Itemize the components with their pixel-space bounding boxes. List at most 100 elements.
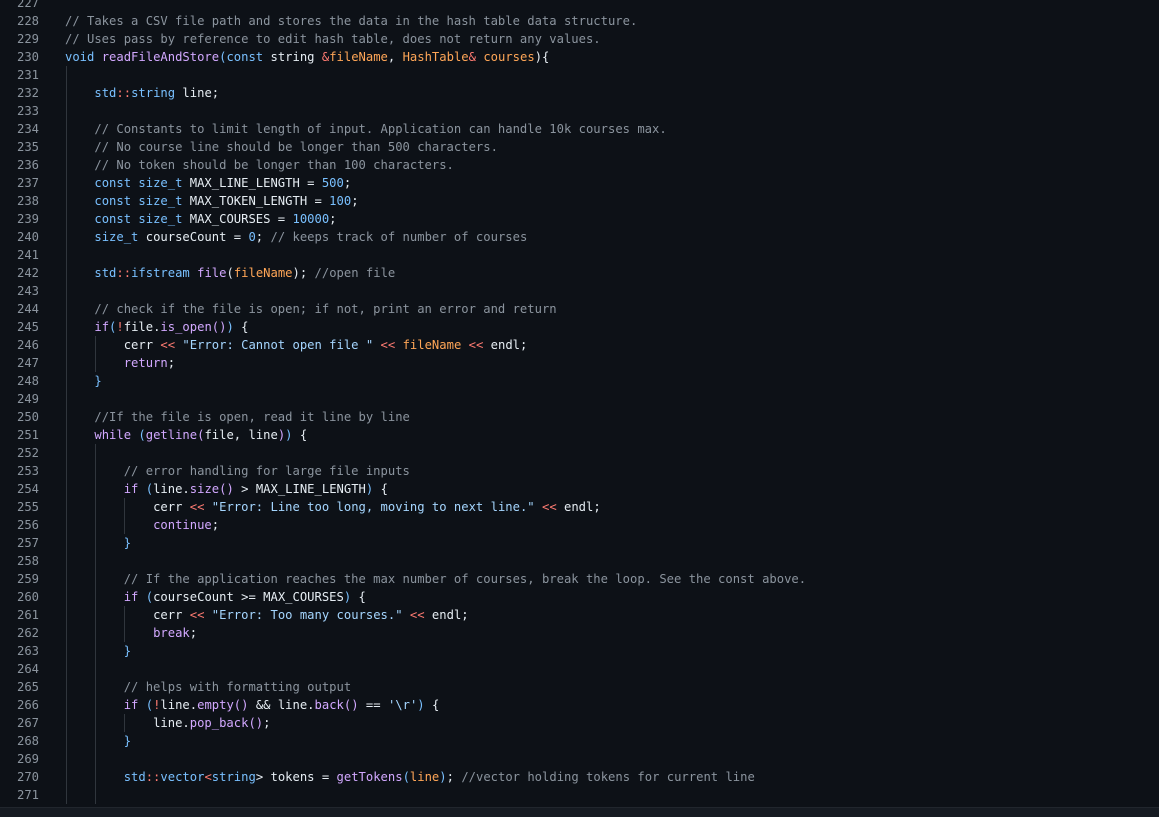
code-text[interactable]: break; (65, 624, 197, 642)
code-text[interactable]: const size_t MAX_TOKEN_LENGTH = 100; (65, 192, 358, 210)
code-line[interactable]: 244 // check if the file is open; if not… (0, 300, 1159, 318)
code-line[interactable]: 229 // Uses pass by reference to edit has… (0, 30, 1159, 48)
code-line[interactable]: 270 std::vector<string> tokens = getToke… (0, 768, 1159, 786)
code-line[interactable]: 250 //If the file is open, read it line … (0, 408, 1159, 426)
code-line[interactable]: 253 // error handling for large file inp… (0, 462, 1159, 480)
code-text[interactable]: cerr << "Error: Line too long, moving to… (65, 498, 601, 516)
code-token: line; (175, 86, 220, 100)
code-line[interactable]: 252 (0, 444, 1159, 462)
code-line[interactable]: 232 std::string line; (0, 84, 1159, 102)
code-line[interactable]: 258 (0, 552, 1159, 570)
code-line[interactable]: 260 if (courseCount >= MAX_COURSES) { (0, 588, 1159, 606)
code-text[interactable]: std::ifstream file(fileName); //open fil… (65, 264, 395, 282)
code-text[interactable]: if (!line.empty() && line.back() == '\r'… (65, 696, 440, 714)
code-text[interactable]: line.pop_back(); (65, 714, 270, 732)
code-line[interactable]: 264 (0, 660, 1159, 678)
code-text[interactable]: // check if the file is open; if not, pr… (65, 300, 556, 318)
code-line[interactable]: 235 // No course line should be longer t… (0, 138, 1159, 156)
code-line[interactable]: 259 // If the application reaches the ma… (0, 570, 1159, 588)
code-text[interactable]: if (line.size() > MAX_LINE_LENGTH) { (65, 480, 388, 498)
code-text[interactable]: // If the application reaches the max nu… (65, 570, 806, 588)
code-line[interactable]: 265 // helps with formatting output (0, 678, 1159, 696)
code-token: ; (329, 212, 337, 226)
code-text[interactable]: //If the file is open, read it line by l… (65, 408, 410, 426)
code-text[interactable]: std::vector<string> tokens = getTokens(l… (65, 768, 755, 786)
code-line[interactable]: 245 if(!file.is_open()) { (0, 318, 1159, 336)
code-line[interactable]: 267 line.pop_back(); (0, 714, 1159, 732)
code-line[interactable]: 246 cerr << "Error: Cannot open file " <… (0, 336, 1159, 354)
code-line[interactable]: 231 (0, 66, 1159, 84)
code-token: && line. (248, 698, 315, 712)
code-text[interactable]: if(!file.is_open()) { (65, 318, 248, 336)
code-line[interactable]: 266 if (!line.empty() && line.back() == … (0, 696, 1159, 714)
code-line[interactable]: 230 void readFileAndStore(const string &f… (0, 48, 1159, 66)
code-token: //If the file is open, read it line by l… (94, 410, 410, 424)
code-line[interactable]: 254 if (line.size() > MAX_LINE_LENGTH) { (0, 480, 1159, 498)
code-text[interactable]: } (65, 732, 131, 750)
code-text[interactable]: std::string line; (65, 84, 219, 102)
line-number: 241 (16, 248, 39, 262)
code-token: fileName (329, 50, 388, 64)
code-line[interactable]: 255 cerr << "Error: Line too long, movin… (0, 498, 1159, 516)
code-line[interactable]: 243 (0, 282, 1159, 300)
line-number: 268 (16, 734, 39, 748)
code-token: { (373, 482, 388, 496)
code-line[interactable]: 228 // Takes a CSV file path and stores t… (0, 12, 1159, 30)
code-line[interactable]: 237 const size_t MAX_LINE_LENGTH = 500; (0, 174, 1159, 192)
code-text[interactable]: return; (65, 354, 175, 372)
code-line[interactable]: 271 (0, 786, 1159, 804)
code-line[interactable]: 238 const size_t MAX_TOKEN_LENGTH = 100; (0, 192, 1159, 210)
code-text[interactable]: // No course line should be longer than … (65, 138, 498, 156)
code-token: ) (439, 770, 447, 784)
code-token: "Error: Line too long, moving to next li… (211, 500, 535, 514)
code-line[interactable]: 240 size_t courseCount = 0; // keeps tra… (0, 228, 1159, 246)
code-line[interactable]: 233 (0, 102, 1159, 120)
code-text[interactable]: } (65, 534, 131, 552)
code-text[interactable]: size_t courseCount = 0; // keeps track o… (65, 228, 527, 246)
code-line[interactable]: 249 (0, 390, 1159, 408)
code-line[interactable]: 247 return; (0, 354, 1159, 372)
code-line[interactable]: 262 break; (0, 624, 1159, 642)
code-editor[interactable]: 227 228 // Takes a CSV file path and store… (0, 0, 1159, 804)
code-token: ; (263, 716, 271, 730)
code-text[interactable]: // Takes a CSV file path and stores the … (65, 12, 637, 30)
code-text[interactable]: if (courseCount >= MAX_COURSES) { (65, 588, 366, 606)
line-number: 244 (16, 302, 39, 316)
code-line[interactable]: 269 (0, 750, 1159, 768)
code-line[interactable]: 248 } (0, 372, 1159, 390)
code-line[interactable]: 268 } (0, 732, 1159, 750)
code-line[interactable]: 251 while (getline(file, line)) { (0, 426, 1159, 444)
code-text[interactable]: const size_t MAX_LINE_LENGTH = 500; (65, 174, 351, 192)
code-text[interactable]: continue; (65, 516, 219, 534)
code-text[interactable]: // Uses pass by reference to edit hash t… (65, 30, 601, 48)
code-text[interactable]: // helps with formatting output (65, 678, 351, 696)
code-line[interactable]: 263 } (0, 642, 1159, 660)
code-text[interactable]: const size_t MAX_COURSES = 10000; (65, 210, 337, 228)
code-text[interactable]: cerr << "Error: Cannot open file " << fi… (65, 336, 528, 354)
code-text[interactable]: // error handling for large file inputs (65, 462, 410, 480)
code-line[interactable]: 227 (0, 0, 1159, 12)
code-line[interactable]: 256 continue; (0, 516, 1159, 534)
code-text[interactable]: // Constants to limit length of input. A… (65, 120, 666, 138)
code-text[interactable]: cerr << "Error: Too many courses." << en… (65, 606, 469, 624)
code-line[interactable]: 261 cerr << "Error: Too many courses." <… (0, 606, 1159, 624)
code-token: HashTable (402, 50, 469, 64)
code-token: string (211, 770, 256, 784)
code-text[interactable]: void readFileAndStore(const string &file… (65, 48, 549, 66)
code-text[interactable]: // No token should be longer than 100 ch… (65, 156, 454, 174)
code-text[interactable]: while (getline(file, line)) { (65, 426, 307, 444)
code-text[interactable]: } (65, 642, 131, 660)
code-line[interactable]: 239 const size_t MAX_COURSES = 10000; (0, 210, 1159, 228)
horizontal-scrollbar[interactable] (0, 807, 1159, 817)
code-line[interactable]: 234 // Constants to limit length of inpu… (0, 120, 1159, 138)
code-token: () (219, 482, 234, 496)
code-line[interactable]: 236 // No token should be longer than 10… (0, 156, 1159, 174)
code-token: } (123, 644, 132, 658)
code-text[interactable]: } (65, 372, 101, 390)
code-line[interactable]: 257 } (0, 534, 1159, 552)
code-token: :: (145, 770, 161, 784)
code-line[interactable]: 241 (0, 246, 1159, 264)
code-line[interactable]: 242 std::ifstream file(fileName); //open… (0, 264, 1159, 282)
